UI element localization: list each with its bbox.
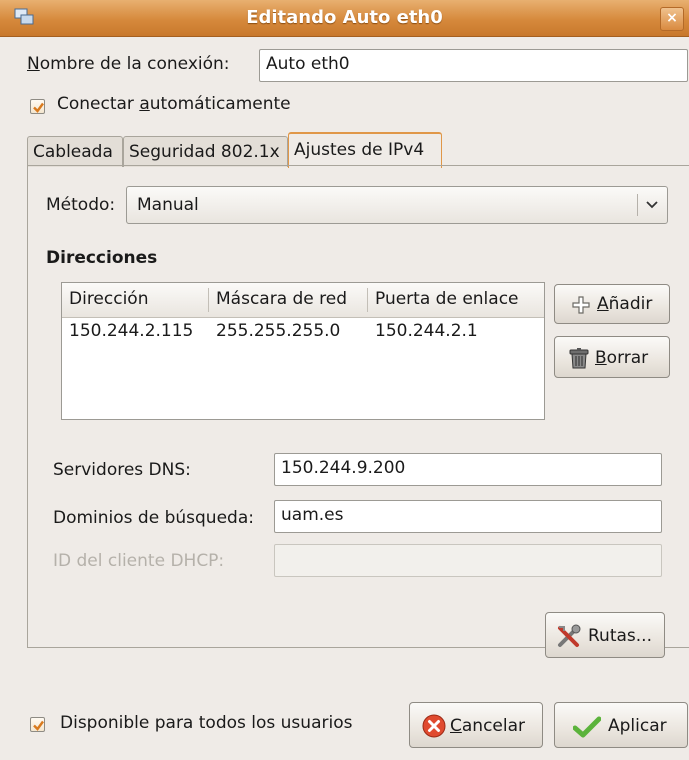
- tab-seguridad-8021x[interactable]: Seguridad 802.1x: [123, 136, 288, 167]
- checkmark-icon: [573, 716, 601, 738]
- cell-gateway[interactable]: 150.244.2.1: [375, 321, 478, 341]
- column-divider: [208, 288, 209, 312]
- trash-icon: [569, 348, 589, 369]
- dns-label: Servidores DNS:: [53, 460, 191, 480]
- table-header: Dirección Máscara de red Puerta de enlac…: [62, 283, 544, 318]
- plus-icon: [572, 296, 590, 314]
- apply-button[interactable]: Aplicar: [554, 702, 688, 748]
- add-button[interactable]: Añadir: [554, 284, 670, 324]
- column-divider: [367, 288, 368, 312]
- checkmark-icon: [33, 102, 44, 113]
- cancel-button-label: Cancelar: [450, 716, 526, 736]
- dns-input[interactable]: 150.244.9.200: [274, 453, 662, 486]
- dhcp-client-id-label: ID del cliente DHCP:: [53, 551, 225, 571]
- method-value: Manual: [137, 195, 199, 215]
- search-domains-label: Dominios de búsqueda:: [53, 508, 254, 528]
- connection-name-input[interactable]: Auto eth0: [259, 49, 688, 82]
- search-domains-input[interactable]: uam.es: [274, 500, 662, 533]
- delete-button[interactable]: Borrar: [554, 336, 670, 378]
- addresses-title: Direcciones: [46, 248, 158, 268]
- cell-address[interactable]: 150.244.2.115: [69, 321, 193, 341]
- dhcp-client-id-input: [274, 544, 662, 577]
- chevron-down-icon: [646, 201, 658, 209]
- routes-button[interactable]: Rutas...: [545, 612, 665, 658]
- tab-cableada[interactable]: Cableada: [27, 136, 123, 167]
- tools-icon: [558, 624, 581, 647]
- close-icon[interactable]: ×: [660, 7, 684, 31]
- title-bar[interactable]: Editando Auto eth0 ×: [0, 0, 689, 37]
- method-label: Método:: [46, 195, 116, 215]
- routes-button-label: Rutas...: [588, 626, 652, 646]
- all-users-checkbox[interactable]: [30, 717, 45, 732]
- cancel-icon: [422, 714, 446, 738]
- window-title: Editando Auto eth0: [246, 7, 443, 28]
- cancel-button[interactable]: Cancelar: [409, 702, 543, 748]
- column-header-netmask[interactable]: Máscara de red: [216, 289, 347, 309]
- autoconnect-checkbox[interactable]: [30, 99, 45, 114]
- checkmark-icon: [33, 720, 44, 731]
- all-users-label: Disponible para todos los usuarios: [60, 713, 353, 733]
- combo-separator: [637, 194, 638, 216]
- column-header-address[interactable]: Dirección: [69, 289, 148, 309]
- delete-button-label: Borrar: [595, 348, 649, 368]
- apply-button-label: Aplicar: [608, 716, 667, 736]
- tab-ajustes-ipv4[interactable]: Ajustes de IPv4: [288, 132, 442, 168]
- method-select[interactable]: Manual: [126, 186, 668, 224]
- add-button-label: Añadir: [597, 294, 653, 314]
- connection-name-label: Nombre de la conexión:: [27, 54, 230, 74]
- autoconnect-label: Conectar automáticamente: [57, 94, 291, 114]
- cell-netmask[interactable]: 255.255.255.0: [216, 321, 340, 341]
- column-header-gateway[interactable]: Puerta de enlace: [375, 289, 519, 309]
- addresses-table[interactable]: Dirección Máscara de red Puerta de enlac…: [61, 282, 545, 420]
